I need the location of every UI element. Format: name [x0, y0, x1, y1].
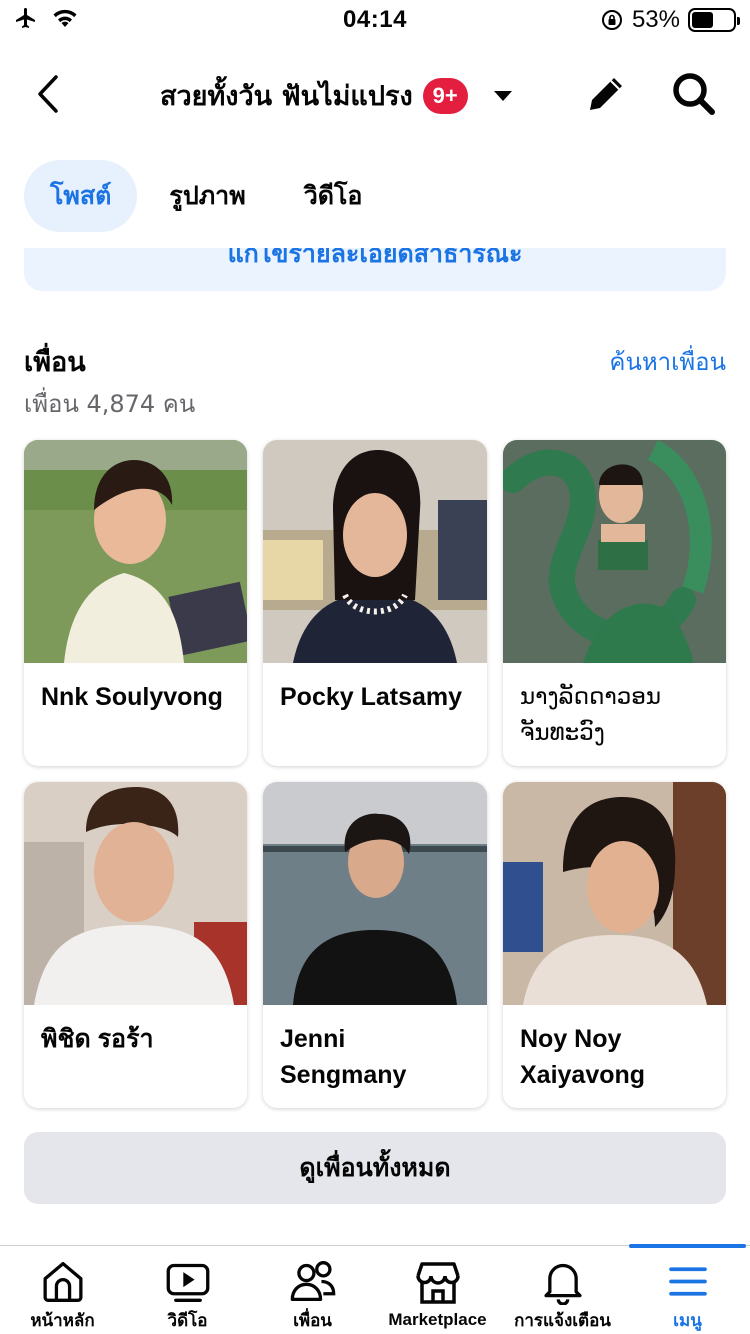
friend-photo: [24, 782, 247, 1005]
back-chevron-icon: [38, 75, 58, 113]
marketplace-icon: [415, 1262, 460, 1304]
tab-photos[interactable]: รูปภาพ: [143, 160, 271, 232]
nav-video-label: วิดีโอ: [167, 1311, 208, 1330]
status-right: 53%: [600, 6, 740, 34]
dropdown-caret-icon: [493, 90, 512, 101]
tab-videos[interactable]: วิดีโอ: [278, 160, 389, 232]
status-bar: 04:14 53%: [0, 0, 750, 40]
friend-card[interactable]: Pocky Latsamy: [263, 440, 487, 766]
friends-icon: [290, 1261, 335, 1302]
home-icon: [42, 1261, 83, 1302]
group-header: สวยทั้งวัน ฟันไม่แปรง 9+: [0, 56, 750, 132]
notification-badge: 9+: [422, 77, 468, 114]
nav-home[interactable]: หน้าหลัก: [0, 1246, 125, 1334]
friend-name: Nnk Soulyvong: [41, 683, 223, 711]
friend-photo: [503, 782, 726, 1005]
nav-notifications-label: การแจ้งเตือน: [514, 1311, 611, 1330]
friend-name: ນາງລັດດາວອນ ຈັນທະວົງ: [520, 684, 662, 746]
nav-friends-label: เพื่อน: [293, 1311, 332, 1330]
edit-public-details-button[interactable]: แก้ไขรายละเอียดสาธารณะ: [24, 248, 726, 291]
group-title: สวยทั้งวัน ฟันไม่แปรง: [160, 81, 413, 112]
friend-card[interactable]: Jenni Sengmany: [263, 782, 487, 1108]
friend-card[interactable]: Noy Noy Xaiyavong: [503, 782, 726, 1108]
battery-percent: 53%: [631, 6, 680, 33]
group-title-dropdown[interactable]: สวยทั้งวัน ฟันไม่แปรง 9+: [160, 74, 512, 117]
friend-name: Pocky Latsamy: [280, 683, 463, 711]
video-icon: [166, 1263, 209, 1302]
menu-icon: [668, 1267, 707, 1296]
search-button[interactable]: [670, 70, 718, 118]
battery-icon: [688, 8, 740, 32]
back-button[interactable]: [30, 72, 66, 116]
bell-icon: [543, 1263, 582, 1305]
friends-grid: Nnk Soulyvong Pocky Latsamy ນາງລັດດາວອນ …: [24, 440, 726, 1108]
search-icon: [673, 73, 715, 115]
friend-name: พิชิด รอร้า: [41, 1025, 154, 1053]
friend-name: Noy Noy Xaiyavong: [520, 1025, 646, 1089]
bottom-nav: หน้าหลัก วิดีโอ เพื่อน Marketplace การแจ…: [0, 1244, 750, 1334]
friend-photo: [503, 440, 726, 663]
edit-button[interactable]: [584, 72, 628, 116]
battery-level: [692, 12, 714, 28]
nav-marketplace[interactable]: Marketplace: [375, 1246, 500, 1334]
nav-notifications[interactable]: การแจ้งเตือน: [500, 1246, 625, 1334]
nav-menu-label: เมนู: [673, 1311, 702, 1330]
friends-heading: เพื่อน: [24, 347, 86, 378]
find-friends-link[interactable]: ค้นหาเพื่อน: [609, 342, 726, 381]
friend-photo: [263, 782, 487, 1005]
friend-photo: [24, 440, 247, 663]
friend-card[interactable]: Nnk Soulyvong: [24, 440, 247, 766]
friends-count: เพื่อน 4,874 คน: [24, 390, 196, 418]
nav-home-label: หน้าหลัก: [30, 1311, 95, 1330]
nav-marketplace-label: Marketplace: [388, 1310, 487, 1329]
pencil-icon: [590, 78, 622, 110]
nav-friends[interactable]: เพื่อน: [250, 1246, 375, 1334]
edit-public-details-label: แก้ไขรายละเอียดสาธารณะ: [227, 248, 523, 268]
see-all-friends-button[interactable]: ดูเพื่อนทั้งหมด: [24, 1132, 726, 1204]
profile-tabs: โพสต์ รูปภาพ วิดีโอ: [24, 160, 394, 232]
friend-name: Jenni Sengmany: [280, 1025, 407, 1089]
tab-posts[interactable]: โพสต์: [24, 160, 138, 232]
nav-video[interactable]: วิดีโอ: [125, 1246, 250, 1334]
friend-photo: [263, 440, 487, 663]
orientation-lock-icon: [601, 10, 622, 30]
friend-card[interactable]: พิชิด รอร้า: [24, 782, 247, 1108]
nav-menu[interactable]: เมนู: [625, 1244, 750, 1334]
friend-card[interactable]: ນາງລັດດາວອນ ຈັນທະວົງ: [503, 440, 726, 766]
